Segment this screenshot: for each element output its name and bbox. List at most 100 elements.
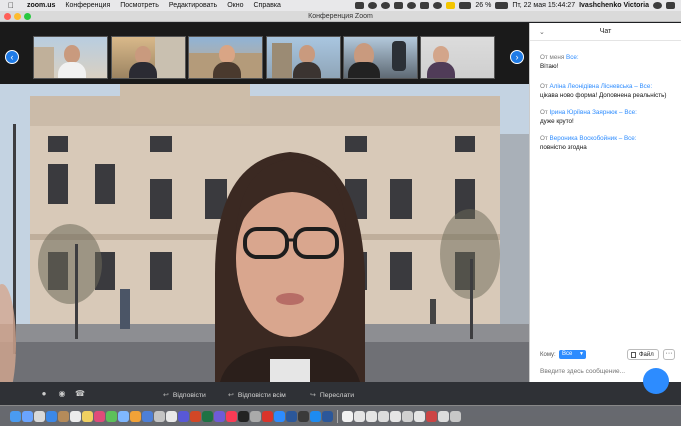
app-icon[interactable] bbox=[250, 410, 261, 422]
document-icon[interactable] bbox=[354, 410, 365, 422]
sender-name: Ірина Юріївна Заярнюк bbox=[549, 109, 618, 116]
zoom-status-icon[interactable] bbox=[355, 2, 365, 9]
zoom-icon[interactable] bbox=[274, 410, 285, 422]
recipient-select[interactable]: Все ▼ bbox=[559, 350, 586, 359]
document-icon[interactable] bbox=[438, 410, 449, 422]
app-icon[interactable] bbox=[154, 410, 165, 422]
menu-help[interactable]: Справка bbox=[248, 2, 285, 9]
menu-view[interactable]: Посмотреть bbox=[115, 2, 164, 9]
window-title: Конференция Zoom bbox=[308, 12, 373, 20]
dock bbox=[0, 405, 681, 426]
safari-icon[interactable] bbox=[46, 410, 57, 422]
chat-message: От меня Все: Вітаю! bbox=[530, 51, 681, 74]
forward-button[interactable]: ↪ Переслати bbox=[310, 389, 354, 401]
app-icon[interactable] bbox=[298, 410, 309, 422]
zoom-window-button[interactable] bbox=[24, 13, 31, 20]
more-options-button[interactable]: ··· bbox=[663, 349, 675, 360]
menu-conference[interactable]: Конференция bbox=[60, 2, 115, 9]
document-icon[interactable] bbox=[414, 410, 425, 422]
app-icon[interactable] bbox=[166, 410, 177, 422]
flag-icon[interactable] bbox=[446, 2, 456, 9]
battery-icon[interactable] bbox=[495, 2, 509, 9]
sender-name: Вероника Воскобойник bbox=[549, 135, 617, 142]
recipient: – Все: bbox=[617, 109, 637, 116]
chat-message: От Вероника Воскобойник – Все: повністю … bbox=[530, 132, 681, 155]
pdf-icon[interactable] bbox=[426, 410, 437, 422]
reply-button[interactable]: ↩ Відповісти bbox=[163, 389, 206, 401]
books-icon[interactable] bbox=[130, 410, 141, 422]
powerpoint-icon[interactable] bbox=[190, 410, 201, 422]
spotlight-icon[interactable] bbox=[653, 2, 662, 9]
message-text: повністю згодна bbox=[540, 143, 587, 151]
menu-app-name[interactable]: zoom.us bbox=[22, 2, 60, 9]
message-text: дуже круто! bbox=[540, 117, 574, 125]
document-icon[interactable] bbox=[402, 410, 413, 422]
control-center-icon[interactable] bbox=[666, 2, 675, 9]
messages-icon[interactable] bbox=[106, 410, 117, 422]
battery-percent[interactable]: 26 % bbox=[475, 2, 491, 9]
minimize-window-button[interactable] bbox=[14, 13, 21, 20]
reply-all-button[interactable]: ↩ Відповісти всім bbox=[228, 389, 286, 401]
document-icon[interactable] bbox=[378, 410, 389, 422]
teams-icon[interactable] bbox=[178, 410, 189, 422]
finder-icon[interactable] bbox=[10, 410, 21, 422]
tv-icon[interactable] bbox=[238, 410, 249, 422]
podcasts-icon[interactable] bbox=[214, 410, 225, 422]
system-preferences-icon[interactable] bbox=[142, 410, 153, 422]
person-icon[interactable]: ● bbox=[38, 389, 50, 401]
word-icon[interactable] bbox=[322, 410, 333, 422]
launchpad-icon[interactable] bbox=[34, 410, 45, 422]
notes-icon[interactable] bbox=[82, 410, 93, 422]
apple-icon[interactable]:  bbox=[0, 1, 22, 10]
file-button[interactable]: Файл bbox=[627, 349, 659, 360]
chevron-down-icon[interactable]: ⌄ bbox=[539, 28, 545, 36]
participant-thumbnail[interactable] bbox=[266, 36, 341, 79]
menu-window[interactable]: Окно bbox=[222, 2, 248, 9]
blue-action-button[interactable] bbox=[643, 368, 669, 394]
close-window-button[interactable] bbox=[4, 13, 11, 20]
document-icon[interactable] bbox=[342, 410, 353, 422]
window-controls bbox=[4, 13, 31, 20]
wifi-icon[interactable] bbox=[433, 2, 443, 9]
status-icon-3[interactable] bbox=[394, 2, 404, 9]
menu-edit[interactable]: Редактировать bbox=[164, 2, 222, 9]
status-icon-1[interactable] bbox=[368, 2, 378, 9]
participant-thumbnail[interactable] bbox=[111, 36, 186, 79]
status-icon-2[interactable] bbox=[381, 2, 391, 9]
participant-thumbnail[interactable] bbox=[343, 36, 418, 79]
photos-icon[interactable] bbox=[94, 410, 105, 422]
participant-thumbnail[interactable] bbox=[420, 36, 495, 79]
active-speaker-video bbox=[0, 84, 529, 382]
sound-icon[interactable] bbox=[459, 2, 472, 9]
music-icon[interactable] bbox=[226, 410, 237, 422]
excel-icon[interactable] bbox=[202, 410, 213, 422]
acrobat-icon[interactable] bbox=[262, 410, 273, 422]
trash-icon[interactable] bbox=[450, 410, 461, 422]
message-text: Вітаю! bbox=[540, 62, 559, 70]
document-icon[interactable] bbox=[366, 410, 377, 422]
user-name[interactable]: Ivashchenko Victoria bbox=[579, 2, 649, 9]
previous-page-button[interactable]: ‹ bbox=[5, 50, 19, 64]
app-icon[interactable] bbox=[310, 410, 321, 422]
to-label: Кому: bbox=[540, 352, 556, 358]
chat-messages: От меня Все: Вітаю! От Аліна Леонідівна … bbox=[530, 41, 681, 155]
location-icon[interactable]: ◉ bbox=[56, 389, 68, 401]
phone-icon[interactable]: ☎ bbox=[74, 389, 86, 401]
calendar-icon[interactable] bbox=[70, 410, 81, 422]
contacts-icon[interactable] bbox=[58, 410, 69, 422]
time-machine-icon[interactable] bbox=[407, 2, 417, 9]
next-page-button[interactable]: › bbox=[510, 50, 524, 64]
app-store-icon[interactable] bbox=[22, 410, 33, 422]
mail-icon[interactable] bbox=[118, 410, 129, 422]
document-icon[interactable] bbox=[390, 410, 401, 422]
participant-thumbnail[interactable] bbox=[188, 36, 263, 79]
zoom-window: Конференция Zoom ‹ › ⌄ Чат От меня Все: … bbox=[0, 11, 681, 416]
word-icon[interactable] bbox=[286, 410, 297, 422]
reply-all-icon: ↩ bbox=[228, 392, 234, 399]
recipient: – Все: bbox=[632, 83, 653, 90]
recipient: Все: bbox=[564, 54, 579, 61]
dock-separator bbox=[337, 409, 338, 423]
bluetooth-icon[interactable] bbox=[420, 2, 430, 9]
clock[interactable]: Пт, 22 мая 15:44:27 bbox=[512, 2, 575, 9]
participant-thumbnail[interactable] bbox=[33, 36, 108, 79]
